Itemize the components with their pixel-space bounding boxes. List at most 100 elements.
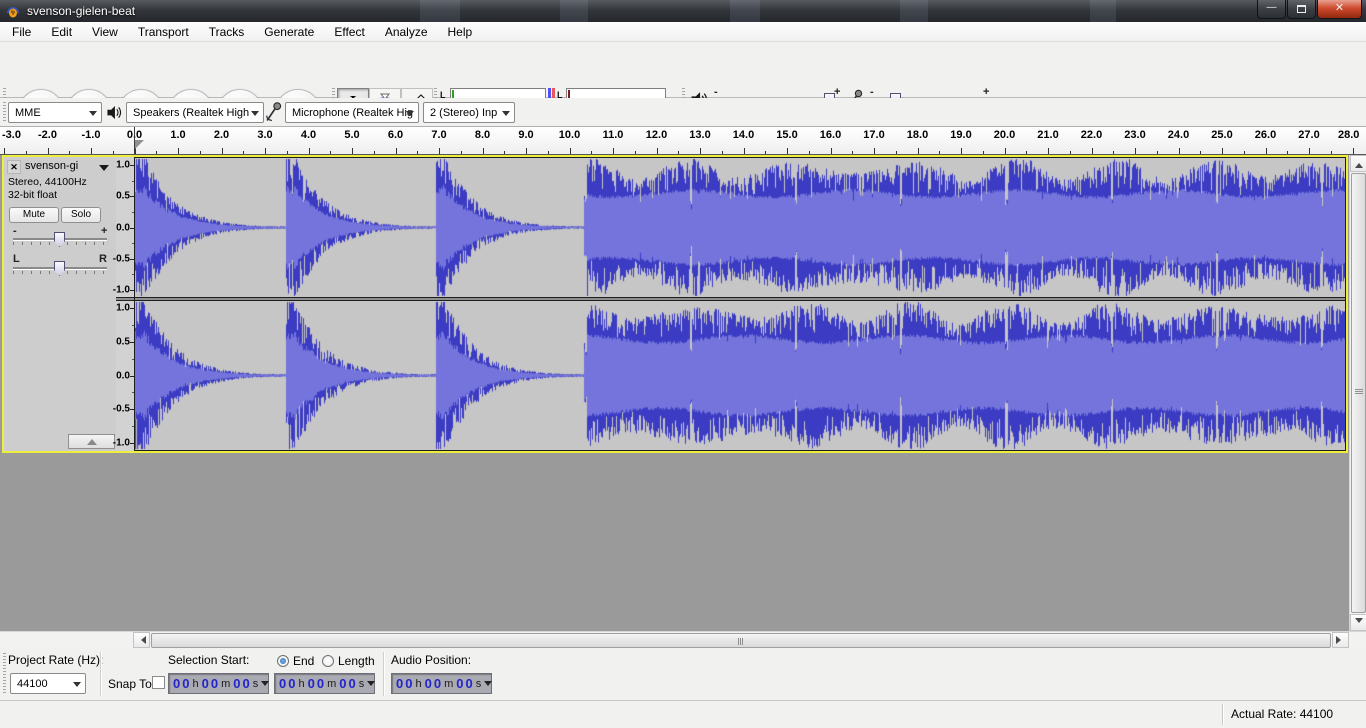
selection-toolbar-grip[interactable] (3, 653, 6, 695)
audio-track[interactable]: ✕ svenson-gi Stereo, 44100Hz 32-bit floa… (2, 155, 1348, 453)
audio-host-dropdown[interactable]: MME (8, 102, 102, 123)
timeline-label: 6.0 (388, 129, 403, 141)
timeline-tick (287, 151, 288, 154)
timeline-tick (483, 148, 484, 154)
time-unit: h (415, 678, 421, 690)
window-title: svenson-gielen-beat (27, 4, 135, 18)
menu-transport[interactable]: Transport (128, 23, 199, 41)
selection-start-field[interactable]: 00h00m00s (168, 673, 269, 694)
menu-generate[interactable]: Generate (254, 23, 324, 41)
track-close-button[interactable]: ✕ (7, 160, 21, 174)
timeline-tick (1222, 148, 1223, 154)
scroll-up-button[interactable] (1350, 155, 1366, 172)
menu-view[interactable]: View (82, 23, 128, 41)
snap-to-checkbox[interactable] (152, 676, 165, 689)
timeline-tick (635, 151, 636, 154)
time-unit: s (476, 678, 482, 690)
waveform-display[interactable] (134, 157, 1346, 451)
minimize-button[interactable]: — (1257, 0, 1286, 19)
scroll-down-button[interactable] (1350, 614, 1366, 631)
timeline-tick (526, 148, 527, 154)
timeline-label: 11.0 (603, 129, 624, 141)
project-rate-dropdown[interactable]: 44100 (10, 673, 86, 694)
timeline-tick (1331, 151, 1332, 154)
timeline-tick (1092, 148, 1093, 154)
timeline-tick (787, 148, 788, 154)
timeline-tick (222, 148, 223, 154)
mute-button[interactable]: Mute (9, 207, 59, 223)
titlebar-reflection (900, 0, 928, 22)
input-device-dropdown[interactable]: Microphone (Realtek Hig (285, 102, 419, 123)
selection-end-field[interactable]: 00h00m00s (274, 673, 375, 694)
timeline-tick (1244, 151, 1245, 154)
timeline-tick (961, 148, 962, 154)
track-name[interactable]: svenson-gi (25, 160, 97, 172)
timeline-tick (896, 151, 897, 154)
scroll-left-button[interactable] (133, 632, 150, 648)
timeline-label: 12.0 (646, 129, 667, 141)
timeline-tick (439, 148, 440, 154)
audio-position-label: Audio Position: (391, 653, 471, 667)
scroll-right-button[interactable] (1332, 632, 1349, 648)
device-toolbar-grip[interactable] (3, 102, 6, 123)
vertical-scale-label: 0.0 (116, 370, 130, 381)
output-device-dropdown[interactable]: Speakers (Realtek High (126, 102, 264, 123)
microphone-icon (265, 101, 282, 123)
timeline-tick (1200, 151, 1201, 154)
timeline-tick (1070, 151, 1071, 154)
timeline-tick (396, 148, 397, 154)
timeline-tick (1157, 151, 1158, 154)
timeline-tick (1113, 151, 1114, 154)
solo-button[interactable]: Solo (61, 207, 101, 223)
timeline-tick (809, 151, 810, 154)
time-unit: m (221, 678, 230, 690)
time-unit: m (444, 678, 453, 690)
timeline-tick (461, 151, 462, 154)
timeline-tick (570, 148, 571, 154)
close-button[interactable]: ✕ (1317, 0, 1362, 19)
length-radio-label: Length (338, 654, 375, 668)
timeline-label: 10.0 (559, 129, 580, 141)
audio-position-field[interactable]: 00h00m00s (391, 673, 492, 694)
length-radio[interactable] (322, 655, 334, 667)
timeline-tick (309, 148, 310, 154)
input-channels-dropdown[interactable]: 2 (Stereo) Inp (423, 102, 515, 123)
menu-help[interactable]: Help (438, 23, 483, 41)
vertical-scrollbar[interactable] (1349, 155, 1366, 631)
titlebar-reflection (420, 0, 460, 22)
timeline-tick (918, 148, 919, 154)
track-panel-area[interactable]: ✕ svenson-gi Stereo, 44100Hz 32-bit floa… (0, 155, 1366, 631)
timeline-tick (1287, 151, 1288, 154)
title-bar[interactable]: svenson-gielen-beat — ✕ (0, 0, 1366, 22)
vertical-scale-label: 0.0 (116, 222, 130, 233)
track-menu-arrow-icon[interactable] (99, 165, 109, 176)
menu-analyze[interactable]: Analyze (375, 23, 438, 41)
timeline-ruler[interactable]: -3.0-2.0-1.00.01.02.03.04.05.06.07.08.09… (0, 127, 1366, 155)
end-radio[interactable] (277, 655, 289, 667)
menu-tracks[interactable]: Tracks (199, 23, 255, 41)
timeline-label: 5.0 (344, 129, 359, 141)
timeline-tick (352, 148, 353, 154)
vertical-ruler-channel-1: 1.00.50.0-0.5-1.0 (116, 158, 134, 297)
track-control-panel: ✕ svenson-gi Stereo, 44100Hz 32-bit floa… (4, 157, 116, 451)
track-collapse-button[interactable] (68, 434, 115, 449)
waveform-channel-right[interactable] (135, 301, 1345, 450)
menu-edit[interactable]: Edit (41, 23, 82, 41)
timeline-tick (91, 148, 92, 154)
waveform-channel-left[interactable] (135, 158, 1345, 297)
arrow-right-icon (1336, 636, 1345, 644)
vertical-scale-ruler[interactable]: 1.00.50.0-0.5-1.0 1.00.50.0-0.5-1.0 (116, 157, 134, 451)
time-digits: 00 (279, 676, 297, 691)
vertical-scrollbar-thumb[interactable] (1351, 173, 1366, 613)
timeline-tick (983, 151, 984, 154)
time-unit: h (298, 678, 304, 690)
menu-effect[interactable]: Effect (324, 23, 374, 41)
thumb-grip (1355, 389, 1363, 394)
timeline-tick (1353, 148, 1354, 154)
horizontal-scrollbar[interactable] (0, 631, 1366, 648)
menu-file[interactable]: File (2, 23, 41, 41)
horizontal-scrollbar-thumb[interactable] (151, 633, 1331, 648)
maximize-button[interactable] (1287, 0, 1316, 19)
arrow-left-icon (137, 636, 146, 644)
timeline-label: 8.0 (475, 129, 490, 141)
